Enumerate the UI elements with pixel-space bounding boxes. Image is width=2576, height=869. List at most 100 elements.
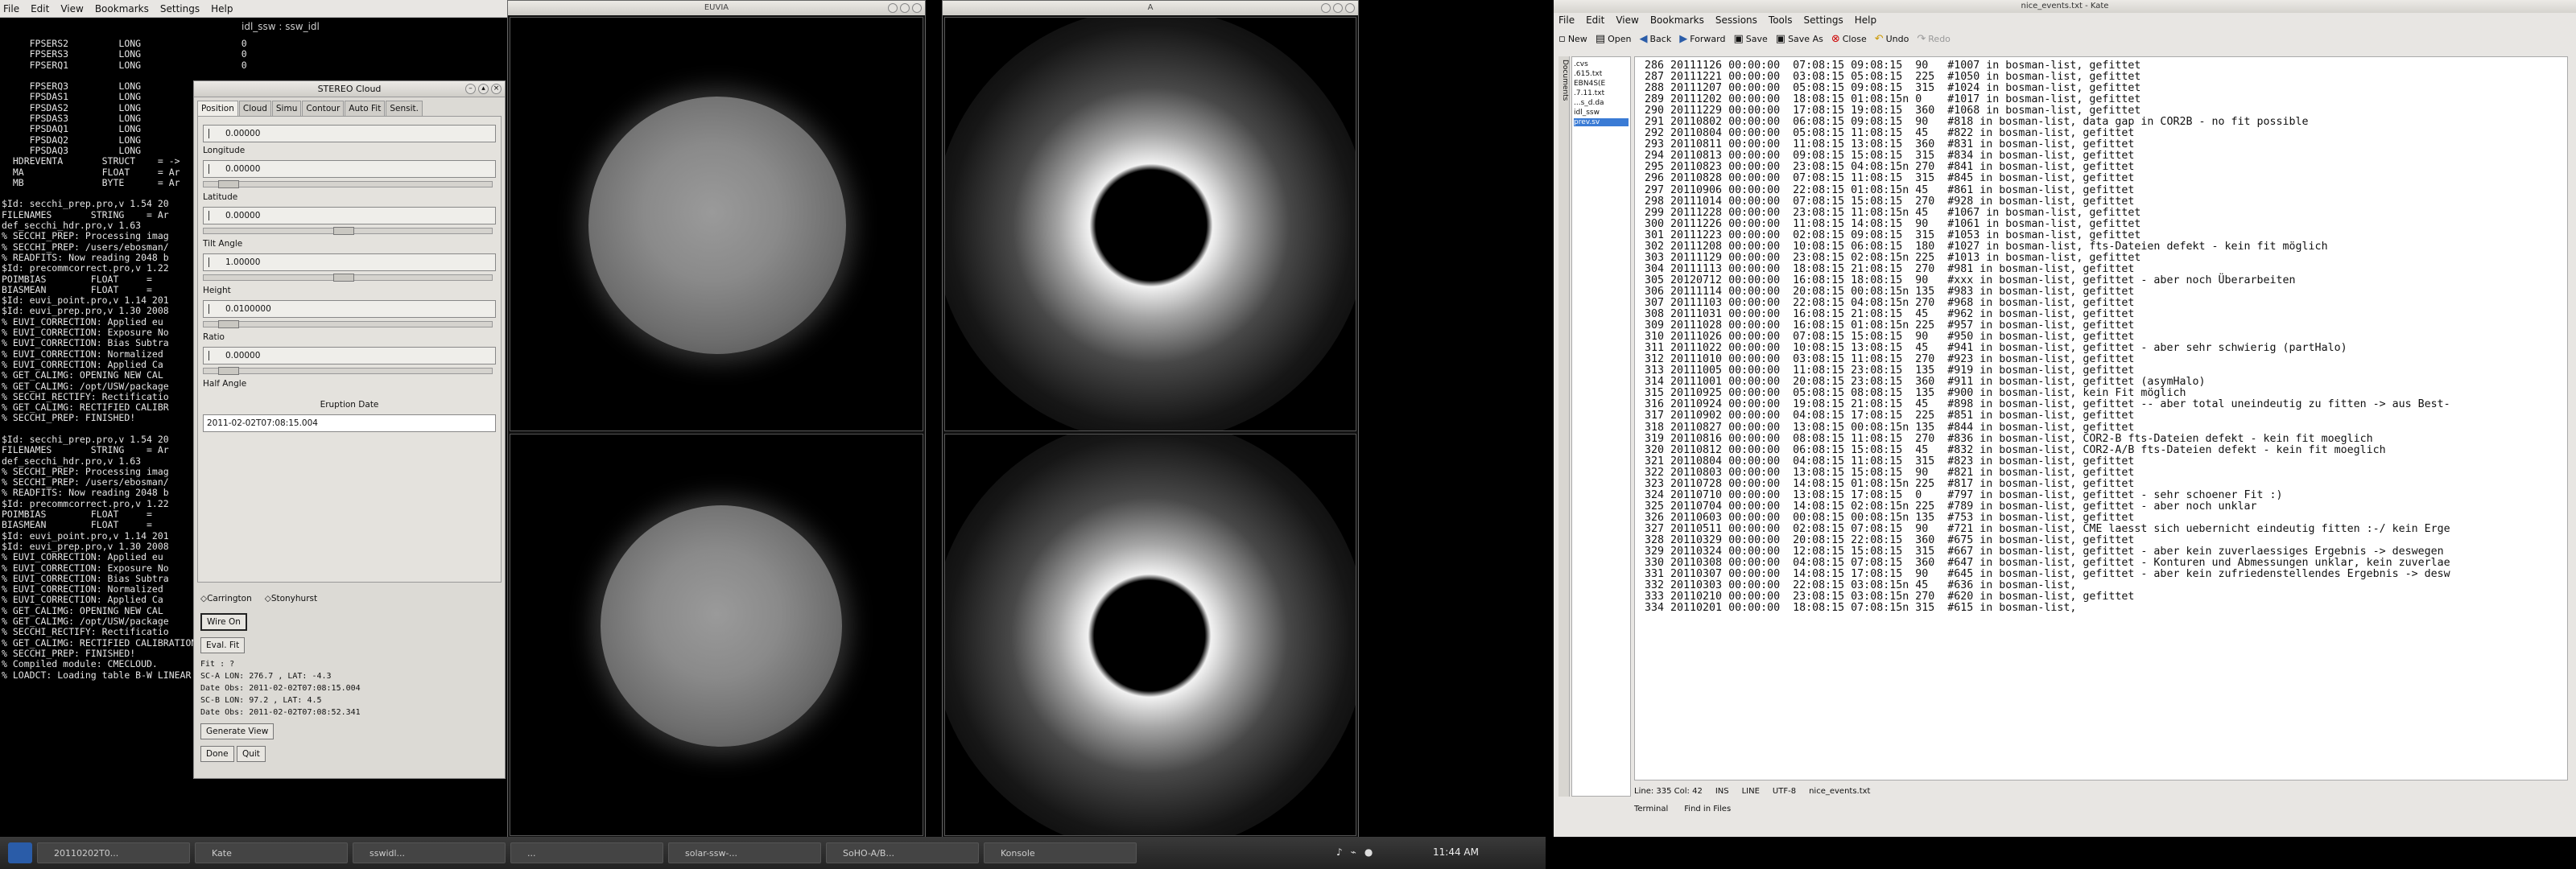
editor-content[interactable]: 286 20111126 00:00:00 07:08:15 09:08:15 …: [1635, 57, 2567, 614]
wire-on-button[interactable]: Wire On: [200, 613, 247, 631]
kate-title[interactable]: nice_events.txt - Kate: [1554, 0, 2576, 13]
slider-knob[interactable]: [217, 320, 239, 328]
file-item[interactable]: ...s_d.da: [1574, 99, 1629, 107]
open-button[interactable]: ▤ Open: [1596, 33, 1632, 45]
height-slider[interactable]: [203, 320, 493, 328]
new-button[interactable]: ▫ New: [1558, 33, 1587, 45]
file-item-selected[interactable]: prev.sv: [1574, 118, 1629, 126]
undo-button[interactable]: ↶ Undo: [1875, 33, 1909, 45]
menu-file[interactable]: File: [3, 3, 19, 14]
notification-icon[interactable]: ●: [1364, 846, 1373, 858]
ratio-slider[interactable]: [203, 367, 493, 375]
forward-button[interactable]: ▶ Forward: [1679, 33, 1725, 45]
taskbar-item[interactable]: solar-ssw-...: [668, 842, 821, 863]
quit-button[interactable]: Quit: [236, 746, 266, 762]
back-button[interactable]: ◀ Back: [1640, 33, 1672, 45]
file-item[interactable]: .7.11.txt: [1574, 89, 1629, 97]
menu-edit[interactable]: Edit: [31, 3, 49, 14]
file-item[interactable]: .cvs: [1574, 60, 1629, 68]
longitude-input[interactable]: 0.00000: [203, 125, 496, 142]
latitude-input[interactable]: 0.00000: [203, 160, 496, 178]
height-input[interactable]: 1.00000: [203, 253, 496, 271]
minimize-icon[interactable]: –: [465, 84, 476, 94]
generate-view-button[interactable]: Generate View: [200, 723, 275, 739]
selection-mode[interactable]: LINE: [1742, 787, 1760, 796]
close-icon[interactable]: [912, 3, 922, 13]
done-button[interactable]: Done: [200, 746, 234, 762]
documents-sidebar-tab[interactable]: Documents: [1558, 56, 1570, 797]
tilt-angle-label: Tilt Angle: [203, 239, 243, 249]
clock[interactable]: 11:44 AM: [1433, 846, 1479, 858]
latitude-slider[interactable]: [203, 227, 493, 235]
half-angle-input[interactable]: 0.00000: [203, 347, 496, 364]
maximize-icon[interactable]: ▴: [478, 84, 489, 94]
taskbar-item[interactable]: Kate: [195, 842, 348, 863]
kate-menu-file[interactable]: File: [1558, 14, 1575, 26]
kate-menu-tools[interactable]: Tools: [1769, 14, 1793, 26]
slider-knob[interactable]: [333, 227, 355, 235]
tilt-input[interactable]: 0.00000: [203, 207, 496, 224]
start-menu-icon[interactable]: [8, 842, 32, 863]
tab-position[interactable]: Position: [197, 101, 238, 116]
kate-menu-help[interactable]: Help: [1855, 14, 1876, 26]
radio-carrington[interactable]: Carrington: [200, 594, 252, 603]
menu-help[interactable]: Help: [211, 3, 233, 14]
taskbar-item[interactable]: Konsole: [984, 842, 1137, 863]
menu-settings[interactable]: Settings: [160, 3, 200, 14]
eruption-date-input[interactable]: 2011-02-02T07:08:15.004: [203, 414, 496, 432]
euvi-titlebar[interactable]: EUVIA: [508, 1, 925, 15]
slider-knob[interactable]: [217, 367, 239, 375]
save-as-button[interactable]: ▣ Save As: [1776, 33, 1823, 45]
terminal-tab-title[interactable]: idl_ssw : ssw_idl: [0, 18, 507, 37]
file-item[interactable]: EBN4S(E: [1574, 80, 1629, 88]
minimize-icon[interactable]: [888, 3, 898, 13]
save-label: Save: [1745, 33, 1768, 44]
file-item[interactable]: idl_ssw: [1574, 109, 1629, 117]
tilt-value: 0.00000: [225, 211, 261, 220]
volume-icon[interactable]: ♪: [1336, 846, 1343, 858]
maximize-icon[interactable]: [1333, 3, 1343, 13]
longitude-slider[interactable]: [203, 180, 493, 188]
slider-knob[interactable]: [333, 274, 355, 282]
file-item[interactable]: .615.txt: [1574, 70, 1629, 78]
tab-auto-fit[interactable]: Auto Fit: [345, 101, 386, 116]
taskbar-item[interactable]: ...: [510, 842, 663, 863]
dialog-titlebar[interactable]: STEREO Cloud – ▴ ×: [194, 81, 505, 97]
insert-mode[interactable]: INS: [1715, 787, 1729, 796]
tab-cloud[interactable]: Cloud: [238, 101, 271, 116]
radio-stonyhurst[interactable]: Stonyhurst: [265, 594, 317, 603]
maximize-icon[interactable]: [900, 3, 910, 13]
tab-contour[interactable]: Contour: [302, 101, 345, 116]
close-icon[interactable]: [1345, 3, 1355, 13]
euvi-b-image[interactable]: [510, 434, 923, 836]
kate-menu-edit[interactable]: Edit: [1586, 14, 1604, 26]
find-in-files-tab[interactable]: Find in Files: [1684, 805, 1731, 813]
menu-bookmarks[interactable]: Bookmarks: [95, 3, 149, 14]
tilt-slider[interactable]: [203, 274, 493, 282]
taskbar-item[interactable]: SoHO-A/B...: [826, 842, 979, 863]
save-button[interactable]: ▣ Save: [1733, 33, 1767, 45]
kate-menu-view[interactable]: View: [1616, 14, 1638, 26]
close-button[interactable]: ⊗ Close: [1831, 33, 1867, 45]
redo-button[interactable]: ↷ Redo: [1917, 33, 1951, 45]
tab-sensit[interactable]: Sensit.: [386, 101, 423, 116]
euvi-a-image[interactable]: [510, 17, 923, 431]
close-icon[interactable]: ×: [491, 84, 502, 94]
kate-menu-bookmarks[interactable]: Bookmarks: [1650, 14, 1704, 26]
kate-menu-sessions[interactable]: Sessions: [1715, 14, 1757, 26]
minimize-icon[interactable]: [1321, 3, 1331, 13]
taskbar-item[interactable]: sswidl...: [353, 842, 506, 863]
text-editor[interactable]: 286 20111126 00:00:00 07:08:15 09:08:15 …: [1634, 56, 2568, 780]
cor-a-image[interactable]: [944, 17, 1356, 431]
tab-simu[interactable]: Simu: [271, 101, 302, 116]
eval-fit-button[interactable]: Eval. Fit: [200, 637, 246, 653]
taskbar-item[interactable]: 20110202T0...: [37, 842, 190, 863]
ratio-input[interactable]: 0.0100000: [203, 300, 496, 318]
network-icon[interactable]: ⌁: [1351, 846, 1356, 858]
cor-b-image[interactable]: [944, 434, 1356, 836]
cor-titlebar[interactable]: A: [943, 1, 1358, 15]
menu-view[interactable]: View: [60, 3, 83, 14]
terminal-tab[interactable]: Terminal: [1634, 805, 1668, 813]
kate-menu-settings[interactable]: Settings: [1803, 14, 1843, 26]
slider-knob[interactable]: [217, 180, 239, 188]
